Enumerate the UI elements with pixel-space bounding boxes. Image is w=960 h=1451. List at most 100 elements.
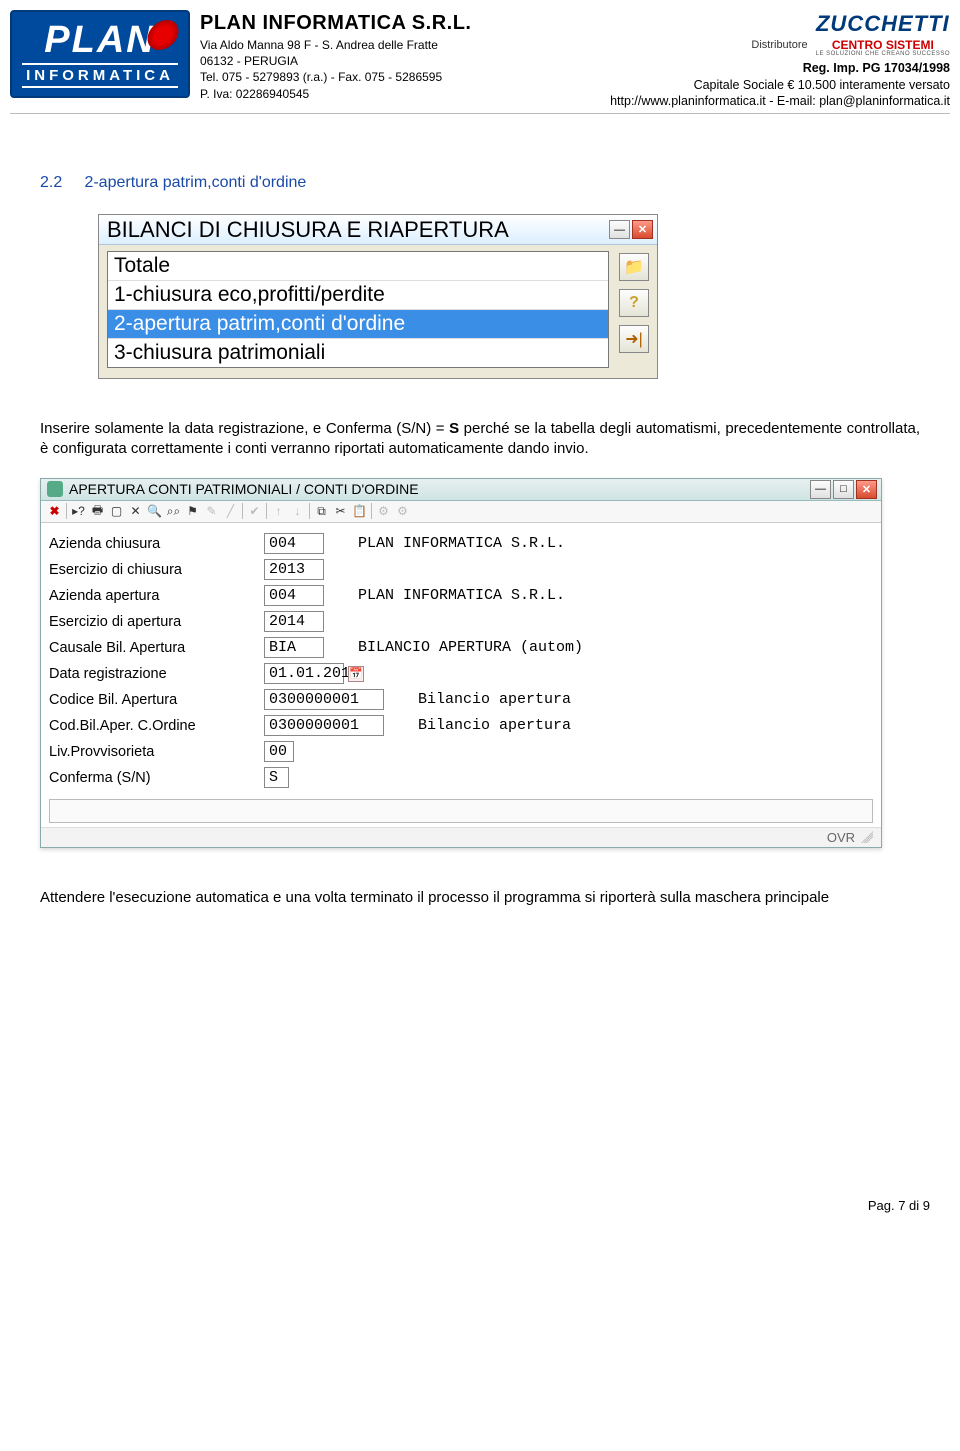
link1-icon[interactable]: ⚙: [374, 502, 393, 520]
form-input[interactable]: S: [264, 767, 289, 788]
zucchetti-logo: ZUCCHETTI: [816, 10, 950, 39]
menu-list: Totale 1-chiusura eco,profitti/perdite 2…: [107, 251, 609, 368]
check-icon[interactable]: ✔: [245, 502, 264, 520]
minimize-button-2[interactable]: —: [810, 480, 831, 499]
company-addr2: 06132 - PERUGIA: [200, 53, 500, 69]
centro-sistemi-tagline: LE SOLUZIONI CHE CREANO SUCCESSO: [816, 51, 950, 59]
form-input[interactable]: 2013: [264, 559, 324, 580]
form-input[interactable]: 2014: [264, 611, 324, 632]
new-doc-icon[interactable]: ▢: [107, 502, 126, 520]
search-icon[interactable]: 🔍: [145, 502, 164, 520]
list-item-apertura-patrim[interactable]: 2-apertura patrim,conti d'ordine: [108, 310, 608, 339]
edit-icon[interactable]: ✎: [202, 502, 221, 520]
form-display: BILANCIO APERTURA (autom): [354, 638, 587, 657]
section-title: 2-apertura patrim,conti d'ordine: [84, 174, 306, 191]
arrow-up-icon[interactable]: ↑: [269, 502, 288, 520]
form-input[interactable]: 01.01.2014: [264, 663, 344, 684]
form-label: Cod.Bil.Aper. C.Ordine: [49, 718, 264, 734]
message-bar: [49, 799, 873, 823]
form-row: Azienda chiusura004 PLAN INFORMATICA S.R.…: [49, 531, 873, 557]
window-bilanci: BILANCI DI CHIUSURA E RIAPERTURA — ✕ Tot…: [98, 214, 658, 379]
reg-imp: Reg. Imp. PG 17034/1998: [610, 60, 950, 76]
form-row: Codice Bil. Apertura0300000001Bilancio a…: [49, 687, 873, 713]
app-icon: [47, 481, 63, 497]
resize-grip[interactable]: [861, 831, 873, 843]
window-title: BILANCI DI CHIUSURA E RIAPERTURA: [107, 217, 607, 243]
close-button[interactable]: ✕: [632, 220, 653, 239]
window2-titlebar: APERTURA CONTI PATRIMONIALI / CONTI D'OR…: [41, 479, 881, 501]
form-input[interactable]: 00: [264, 741, 294, 762]
delete-icon[interactable]: ✖: [45, 502, 64, 520]
binoculars-icon[interactable]: ⌕⌕: [164, 502, 183, 520]
form-display: PLAN INFORMATICA S.R.L.: [354, 586, 569, 605]
calendar-icon[interactable]: 📅: [348, 666, 364, 682]
list-item-chiusura-eco[interactable]: 1-chiusura eco,profitti/perdite: [108, 281, 608, 310]
form-label: Data registrazione: [49, 666, 264, 682]
section-heading: 2.2 2-apertura patrim,conti d'ordine: [40, 174, 950, 192]
folder-up-icon: 📁: [624, 257, 644, 277]
form-row: Causale Bil. AperturaBIA BILANCIO APERTUR…: [49, 635, 873, 661]
form-input[interactable]: 0300000001: [264, 689, 384, 710]
website-email: http://www.planinformatica.it - E-mail: …: [610, 93, 950, 109]
flag-icon[interactable]: ⚑: [183, 502, 202, 520]
company-addr1: Via Aldo Manna 98 F - S. Andrea delle Fr…: [200, 37, 500, 53]
form-label: Codice Bil. Apertura: [49, 692, 264, 708]
minimize-button[interactable]: —: [609, 220, 630, 239]
form-input[interactable]: 004: [264, 533, 324, 554]
company-info: PLAN INFORMATICA S.R.L. Via Aldo Manna 9…: [200, 10, 500, 102]
form-label: Causale Bil. Apertura: [49, 640, 264, 656]
page-footer: Pag. 7 di 9: [10, 1198, 950, 1213]
copy-icon[interactable]: ⧉: [312, 502, 331, 520]
cut-icon[interactable]: ✂: [331, 502, 350, 520]
toolbar: ✖ ▸? 🖶 ▢ ✕ 🔍 ⌕⌕ ⚑ ✎ ╱ ✔ ↑ ↓ ⧉ ✂ 📋 ⚙ ⚙: [41, 501, 881, 523]
maximize-button-2[interactable]: □: [833, 480, 854, 499]
logo: PLAN INFORMATICA: [10, 10, 190, 98]
logo-text-1: PLAN: [44, 21, 155, 59]
form-label: Liv.Provvisorieta: [49, 744, 264, 760]
status-bar: OVR: [41, 827, 881, 847]
form-label: Azienda apertura: [49, 588, 264, 604]
status-ovr: OVR: [827, 830, 855, 845]
form-row: Data registrazione01.01.2014📅: [49, 661, 873, 687]
paragraph-2: Attendere l'esecuzione automatica e una …: [40, 888, 920, 908]
paragraph-1: Inserire solamente la data registrazione…: [40, 419, 920, 460]
link2-icon[interactable]: ⚙: [393, 502, 412, 520]
exit-button[interactable]: ➜|: [619, 325, 649, 353]
form-row: Conferma (S/N)S: [49, 765, 873, 791]
company-name: PLAN INFORMATICA S.R.L.: [200, 10, 500, 37]
arrow-down-icon[interactable]: ↓: [288, 502, 307, 520]
page-header: PLAN INFORMATICA PLAN INFORMATICA S.R.L.…: [10, 10, 950, 114]
form-area: Azienda chiusura004PLAN INFORMATICA S.R.…: [41, 523, 881, 793]
form-label: Esercizio di apertura: [49, 614, 264, 630]
logo-text-2: INFORMATICA: [22, 63, 178, 88]
list-item-chiusura-patrim[interactable]: 3-chiusura patrimoniali: [108, 339, 608, 367]
help-button[interactable]: ?: [619, 289, 649, 317]
print-icon[interactable]: 🖶: [88, 502, 107, 520]
window-titlebar: BILANCI DI CHIUSURA E RIAPERTURA — ✕: [99, 215, 657, 245]
form-label: Esercizio di chiusura: [49, 562, 264, 578]
distributor-label: Distributore: [751, 38, 807, 58]
folder-up-button[interactable]: 📁: [619, 253, 649, 281]
form-label: Azienda chiusura: [49, 536, 264, 552]
help-pointer-icon[interactable]: ▸?: [69, 502, 88, 520]
form-row: Liv.Provvisorieta00: [49, 739, 873, 765]
form-display: Bilancio apertura: [414, 716, 575, 735]
form-input[interactable]: BIA: [264, 637, 324, 658]
cancel-icon[interactable]: ✕: [126, 502, 145, 520]
close-button-2[interactable]: ✕: [856, 480, 877, 499]
form-row: Cod.Bil.Aper. C.Ordine0300000001 Bilancio…: [49, 713, 873, 739]
centro-sistemi: CENTRO SISTEMI: [816, 39, 950, 51]
form-input[interactable]: 004: [264, 585, 324, 606]
line-icon[interactable]: ╱: [221, 502, 240, 520]
company-piva: P. Iva: 02286940545: [200, 86, 500, 102]
distributor-info: Distributore ZUCCHETTI CENTRO SISTEMI LE…: [610, 10, 950, 109]
para1-bold: S: [449, 420, 459, 437]
section-number: 2.2: [40, 174, 80, 192]
list-item-totale[interactable]: Totale: [108, 252, 608, 281]
form-input[interactable]: 0300000001: [264, 715, 384, 736]
form-display: PLAN INFORMATICA S.R.L.: [354, 534, 569, 553]
side-buttons: 📁 ? ➜|: [619, 251, 649, 368]
company-tel: Tel. 075 - 5279893 (r.a.) - Fax. 075 - 5…: [200, 69, 500, 85]
paste-icon[interactable]: 📋: [350, 502, 369, 520]
exit-icon: ➜|: [625, 329, 643, 349]
